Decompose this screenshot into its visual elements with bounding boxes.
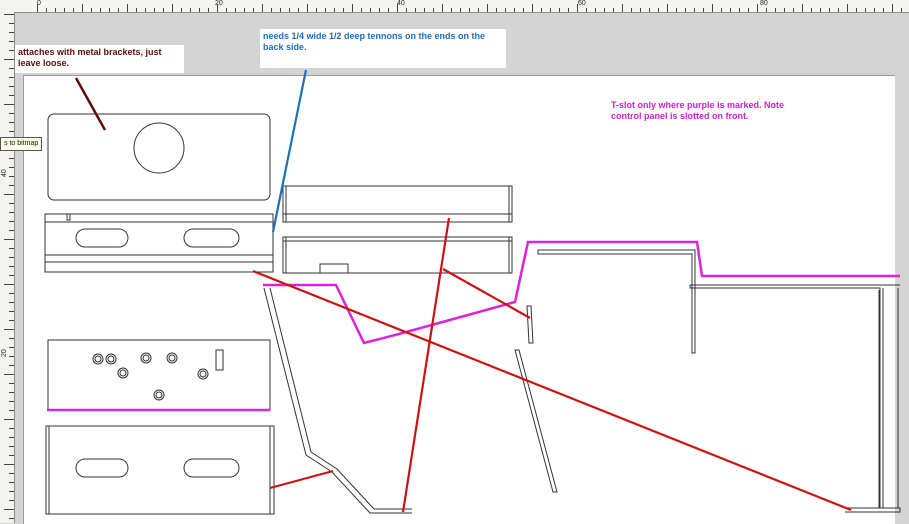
slotted-panel-bottom: [45, 425, 275, 515]
slot-hole: [183, 228, 240, 248]
annotation-tenons[interactable]: needs 1/4 wide 1/2 deep tennons on the e…: [260, 29, 506, 68]
base-board: [845, 507, 901, 513]
tslot-mark-side: [263, 240, 900, 345]
cad-drawing[interactable]: [0, 0, 909, 523]
panel-circle-hole: [133, 122, 185, 174]
control-slot: [215, 349, 224, 371]
upper-shelf: [537, 249, 696, 354]
angled-board: [526, 305, 534, 344]
leader-line: [401, 217, 451, 513]
leader-line-brackets: [74, 77, 107, 131]
annotation-tslot[interactable]: T-slot only where purple is marked. Note…: [608, 98, 818, 124]
slotted-panel-top: [44, 213, 274, 273]
right-frame: [689, 285, 881, 508]
angled-board: [514, 349, 558, 493]
slot-hole: [75, 228, 129, 248]
convert-to-bitmap-tooltip: s to bitmap: [0, 137, 43, 151]
leader-line-tenons: [271, 69, 308, 233]
leader-line: [269, 469, 334, 490]
slot-hole: [75, 458, 129, 478]
annotation-brackets[interactable]: attaches with metal brackets, just leave…: [15, 45, 184, 73]
side-panel-outer: [263, 287, 412, 514]
rail-lower: [282, 236, 513, 274]
slot-hole: [183, 458, 240, 478]
rail-upper: [282, 185, 513, 223]
panel-with-circle: [47, 113, 271, 201]
